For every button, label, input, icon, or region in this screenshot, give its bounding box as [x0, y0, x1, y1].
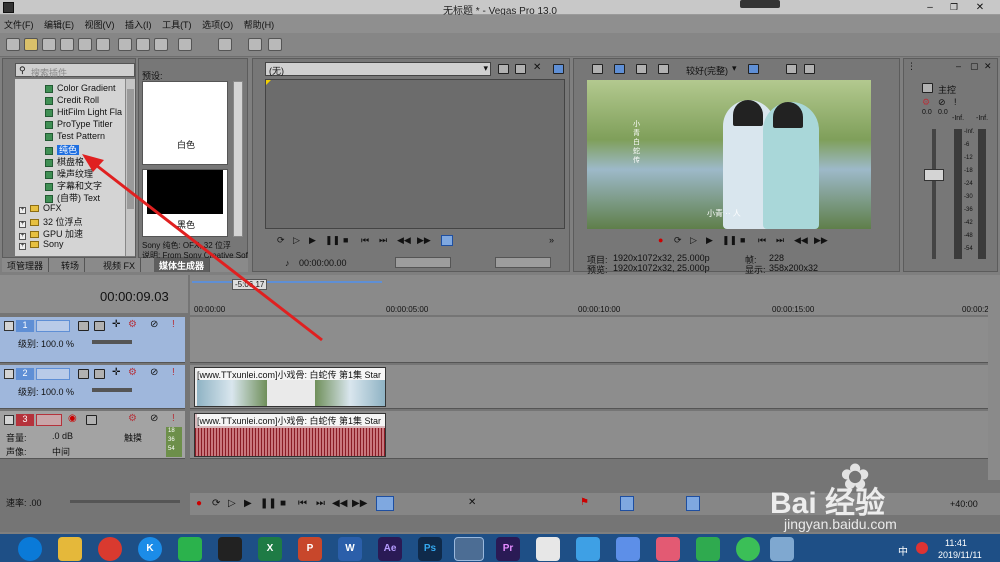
taskbar-app7-icon[interactable] [770, 537, 794, 561]
taskbar-browser-icon[interactable] [18, 537, 42, 561]
taskbar-wechat-icon[interactable] [178, 537, 202, 561]
watermark-url: jingyan.baidu.com [784, 516, 897, 532]
tray-date: 2019/11/11 [938, 550, 982, 560]
vegas-window: 无标题 * - Vegas Pro 13.0 – ❐ ✕ 文件(F) 编辑(E)… [0, 0, 1000, 562]
taskbar-excel-icon[interactable]: X [258, 537, 282, 561]
baidu-watermark: ✿ Bai 经验 jingyan.baidu.com [770, 456, 995, 536]
taskbar-music-icon[interactable] [98, 537, 122, 561]
taskbar-word-icon[interactable]: W [338, 537, 362, 561]
taskbar-app-icon[interactable] [536, 537, 560, 561]
taskbar-app4-icon[interactable] [656, 537, 680, 561]
tray-time: 11:41 [945, 538, 967, 548]
taskbar-pr-icon[interactable]: Pr [496, 537, 520, 561]
taskbar-app6-icon[interactable] [736, 537, 760, 561]
taskbar-app2-icon[interactable] [576, 537, 600, 561]
taskbar-powerpoint-icon[interactable]: P [298, 537, 322, 561]
taskbar-explorer-icon[interactable] [58, 537, 82, 561]
taskbar-kugou-icon[interactable]: K [138, 537, 162, 561]
taskbar-app3-icon[interactable] [616, 537, 640, 561]
taskbar-app5-icon[interactable] [696, 537, 720, 561]
taskbar-ps-icon[interactable]: Ps [418, 537, 442, 561]
taskbar-vegas-icon[interactable] [454, 537, 484, 561]
arrow-line [91, 160, 323, 342]
taskbar-qq-icon[interactable] [218, 537, 242, 561]
taskbar-ae-icon[interactable]: Ae [378, 537, 402, 561]
tray-ime[interactable]: 中 [898, 543, 908, 558]
tray-antivirus-icon[interactable] [916, 542, 928, 554]
